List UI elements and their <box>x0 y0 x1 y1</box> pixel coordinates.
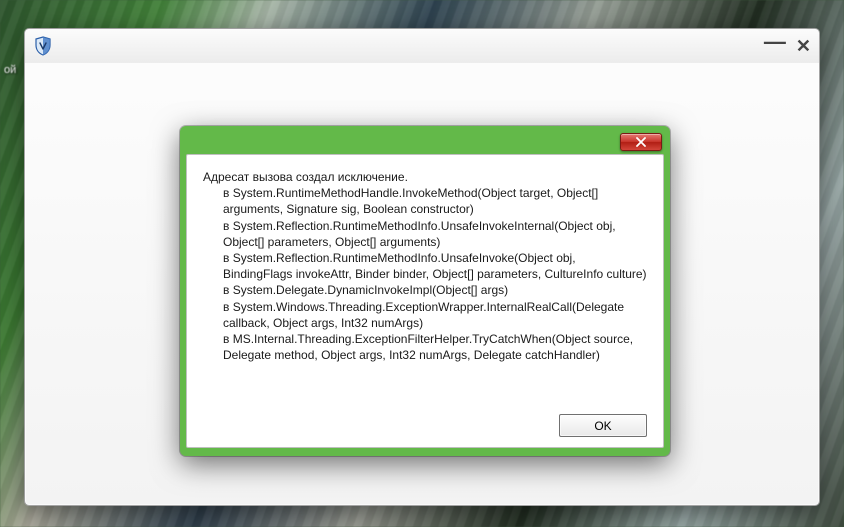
error-text: Адресат вызова создал исключение. в Syst… <box>203 169 647 406</box>
stack-frame: в MS.Internal.Threading.ExceptionFilterH… <box>203 331 647 363</box>
stack-frame: в System.Reflection.RuntimeMethodInfo.Un… <box>203 250 647 282</box>
desktop-icon-label: ой <box>4 64 16 76</box>
titlebar[interactable]: — ✕ <box>25 29 819 63</box>
error-heading: Адресат вызова создал исключение. <box>203 169 647 185</box>
dialog-close-button[interactable] <box>620 133 662 151</box>
stack-frame: в System.Reflection.RuntimeMethodInfo.Un… <box>203 218 647 250</box>
minimize-button[interactable]: — <box>764 31 786 53</box>
shield-icon <box>33 35 53 57</box>
stack-frame: в System.Windows.Threading.ExceptionWrap… <box>203 299 647 331</box>
error-dialog: Адресат вызова создал исключение. в Syst… <box>180 126 670 456</box>
dialog-titlebar[interactable] <box>186 132 664 154</box>
close-button[interactable]: ✕ <box>796 37 811 55</box>
ok-button[interactable]: OK <box>559 414 647 437</box>
dialog-body: Адресат вызова создал исключение. в Syst… <box>186 154 664 448</box>
close-icon <box>635 137 647 147</box>
stack-frame: в System.RuntimeMethodHandle.InvokeMetho… <box>203 185 647 217</box>
stack-frame: в System.Delegate.DynamicInvokeImpl(Obje… <box>203 282 647 298</box>
window-controls: — ✕ <box>764 35 811 57</box>
dialog-button-row: OK <box>203 406 647 437</box>
